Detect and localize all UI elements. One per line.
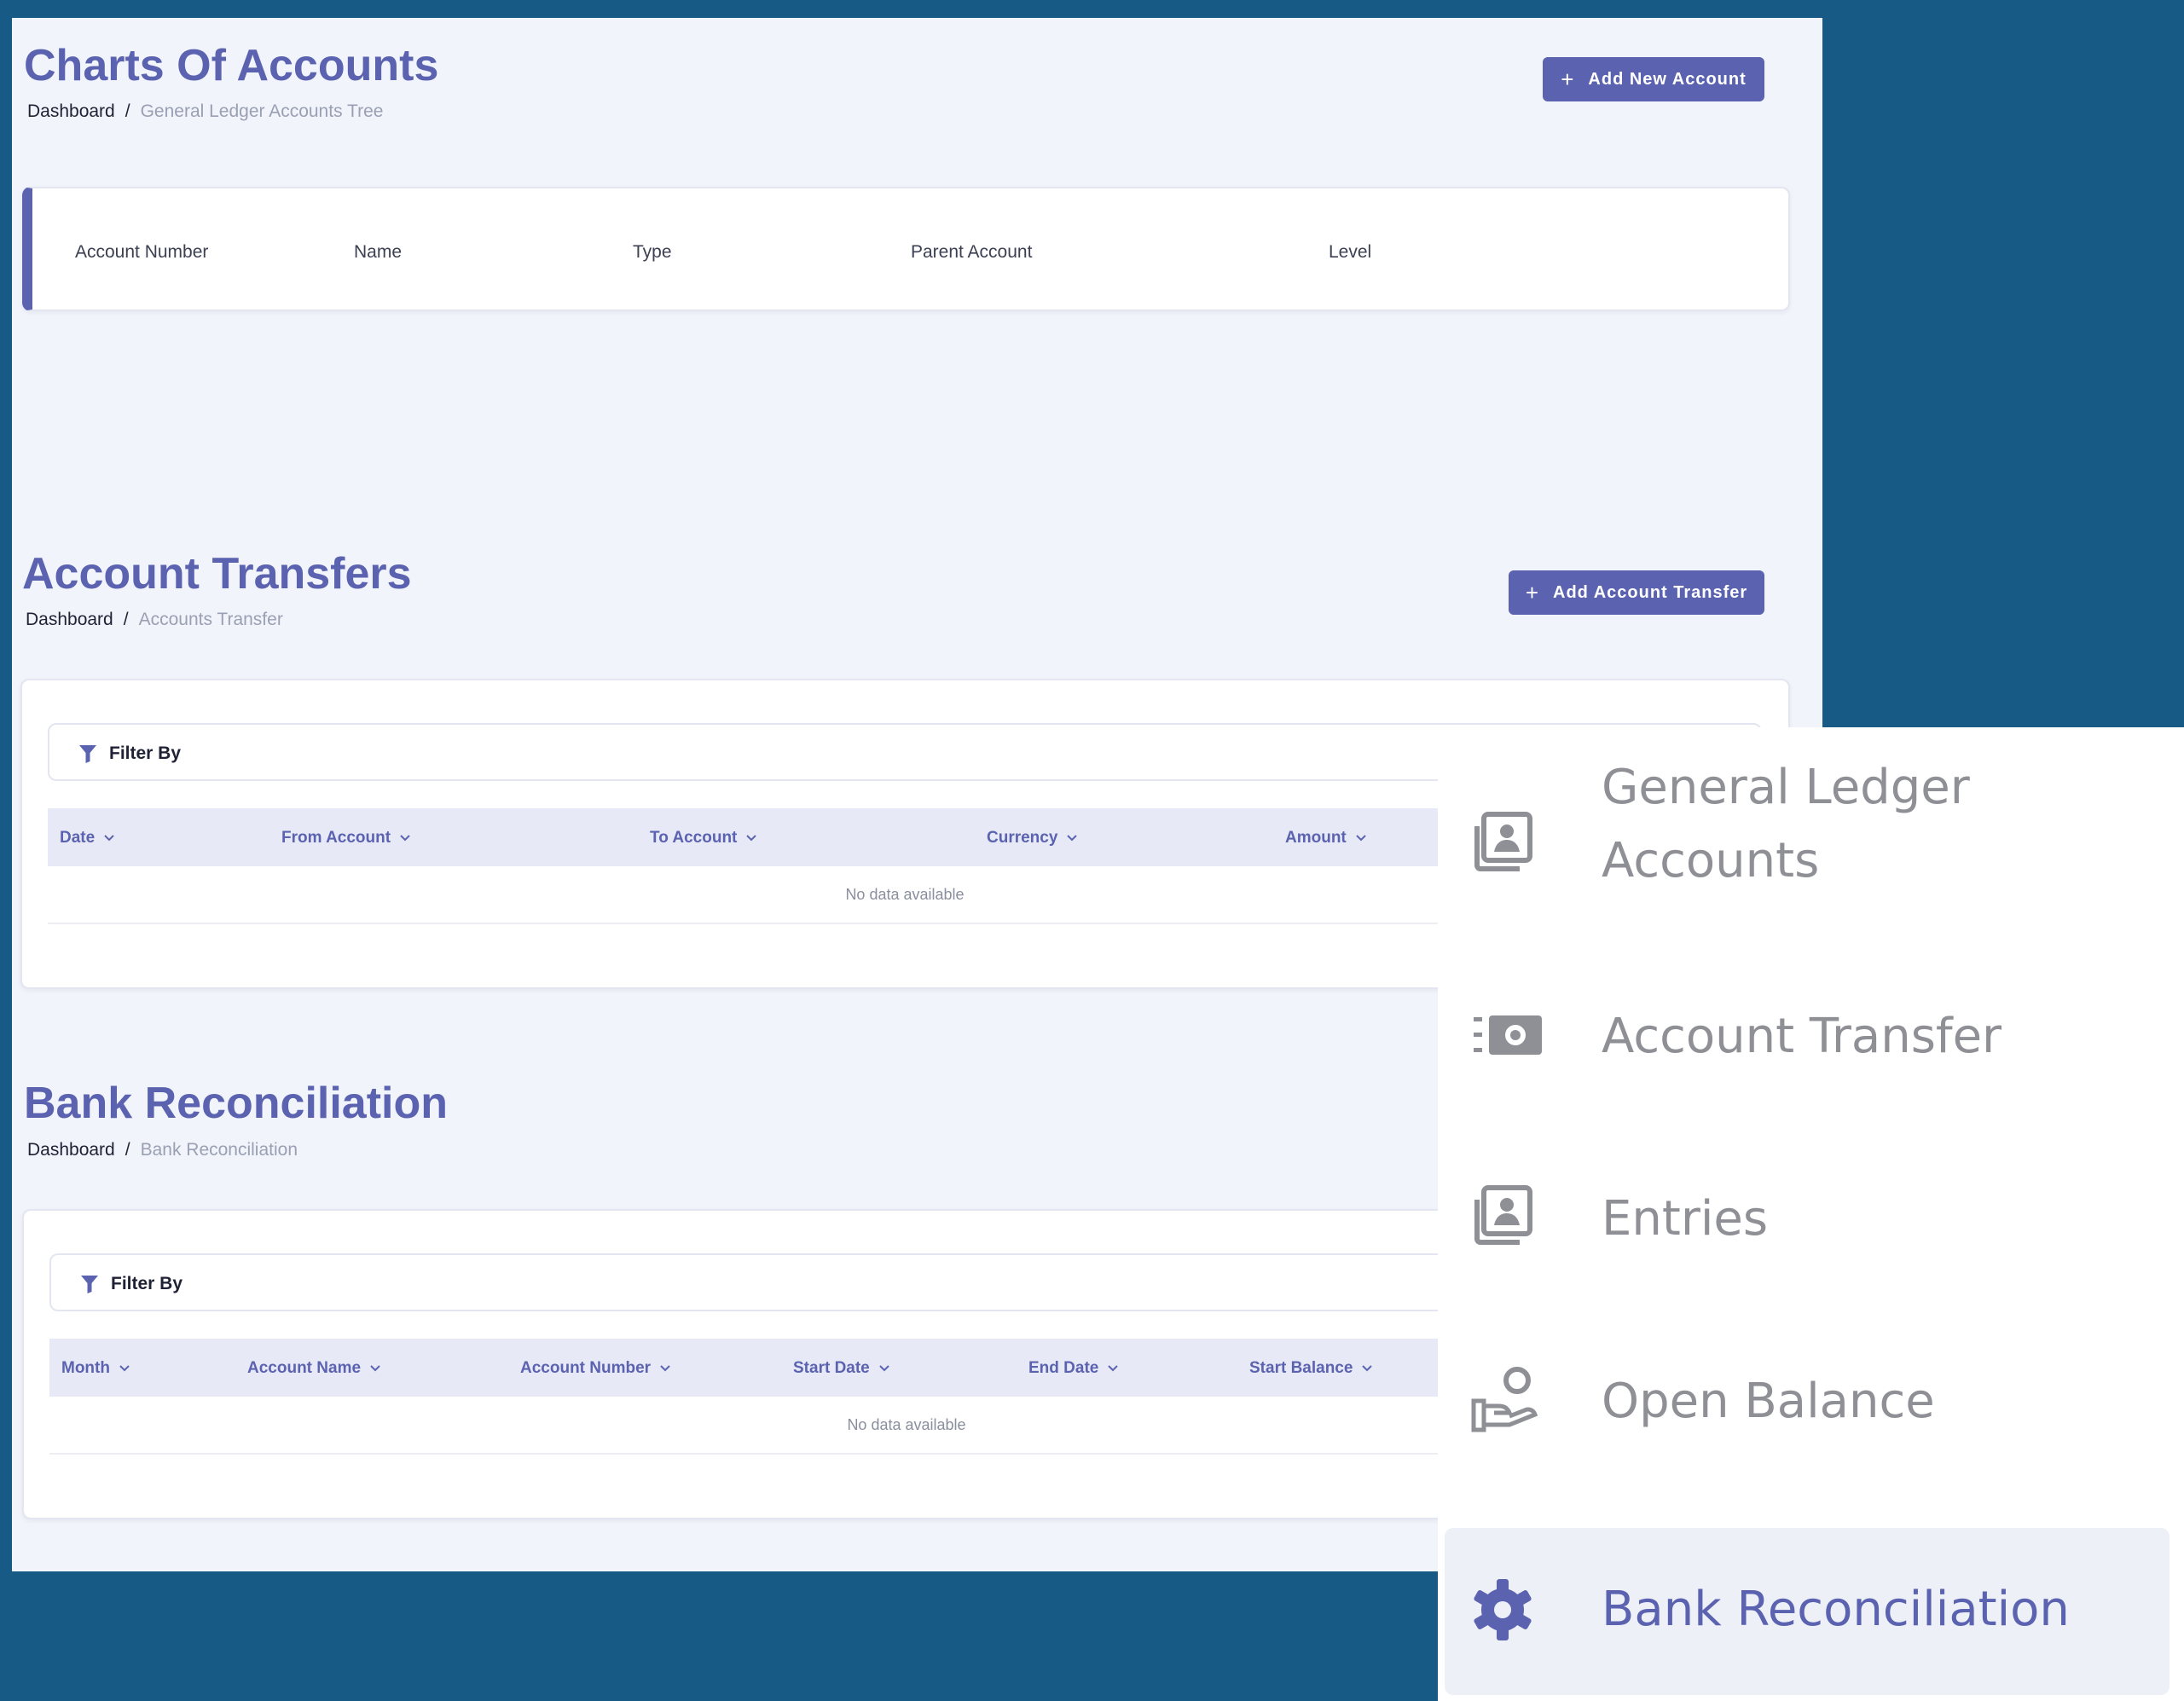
sidebar-item-account-transfer[interactable]: Account Transfer <box>1438 1000 2184 1073</box>
column-header-label: Currency <box>987 829 1058 848</box>
breadcrumb-current: Bank Reconciliation <box>140 1140 298 1160</box>
chevron-down-icon <box>399 829 411 848</box>
breadcrumb-dashboard-link[interactable]: Dashboard <box>26 610 113 629</box>
column-header-label: Start Date <box>793 1359 870 1378</box>
column-header-label: Account Number <box>520 1359 652 1378</box>
sidebar-item-label: General Ledger <box>1602 760 1970 815</box>
plus-icon: + <box>1561 67 1575 92</box>
column-header-label: Amount <box>1285 829 1347 848</box>
column-header-to-account[interactable]: To Account <box>650 829 757 848</box>
chevron-down-icon <box>369 1359 381 1378</box>
column-header-label: Month <box>61 1359 110 1378</box>
charts-of-accounts-title: Charts Of Accounts <box>24 41 439 90</box>
filter-by-label: Filter By <box>111 1274 183 1293</box>
column-header-month[interactable]: Month <box>61 1359 130 1378</box>
add-account-transfer-button[interactable]: + Add Account Transfer <box>1509 570 1764 615</box>
entries-icon <box>1470 1184 1535 1253</box>
breadcrumb-dashboard-link[interactable]: Dashboard <box>27 101 115 121</box>
bank-reconciliation-title: Bank Reconciliation <box>24 1079 448 1128</box>
column-header-label: End Date <box>1028 1359 1099 1378</box>
column-header-account-number[interactable]: Account Number <box>520 1359 671 1378</box>
filter-by-label: Filter By <box>109 743 182 763</box>
breadcrumb-dashboard-link[interactable]: Dashboard <box>27 1140 115 1160</box>
column-header-parent-account[interactable]: Parent Account <box>911 242 1032 263</box>
column-header-from-account[interactable]: From Account <box>281 829 411 848</box>
chevron-down-icon <box>1107 1359 1119 1378</box>
ledger-icon <box>1470 811 1535 880</box>
breadcrumb: Dashboard / General Ledger Accounts Tree <box>27 101 383 122</box>
sidebar-item-label: Entries <box>1602 1191 1769 1247</box>
chevron-down-icon <box>1066 829 1078 848</box>
column-header-label: From Account <box>281 829 391 848</box>
sidebar-item-label-line2: Accounts <box>1602 833 1820 888</box>
sidebar-item-entries[interactable]: Entries <box>1438 1181 2184 1258</box>
column-header-label: Account Name <box>247 1359 362 1378</box>
column-header-type[interactable]: Type <box>633 242 672 263</box>
breadcrumb-separator: / <box>125 1140 130 1160</box>
chevron-down-icon <box>1361 1359 1373 1378</box>
column-header-label: Date <box>60 829 96 848</box>
accounts-table-header-card: Account Number Name Type Parent Account … <box>22 187 1790 311</box>
column-header-amount[interactable]: Amount <box>1285 829 1367 848</box>
chevron-down-icon <box>659 1359 671 1378</box>
gear-icon <box>1470 1577 1535 1646</box>
column-header-account-number[interactable]: Account Number <box>75 242 208 263</box>
chevron-down-icon <box>745 829 757 848</box>
hand-coin-icon <box>1470 1365 1544 1438</box>
column-header-currency[interactable]: Currency <box>987 829 1078 848</box>
sidebar-item-label: Bank Reconciliation <box>1602 1582 2070 1637</box>
column-header-account-name[interactable]: Account Name <box>247 1359 381 1378</box>
breadcrumb: Dashboard / Accounts Transfer <box>26 610 283 630</box>
breadcrumb-current: General Ledger Accounts Tree <box>140 101 384 121</box>
breadcrumb-separator: / <box>123 610 129 629</box>
column-header-end-date[interactable]: End Date <box>1028 1359 1119 1378</box>
add-account-transfer-label: Add Account Transfer <box>1553 582 1748 602</box>
plus-icon: + <box>1525 580 1539 605</box>
chevron-down-icon <box>1355 829 1367 848</box>
account-transfers-title: Account Transfers <box>22 549 412 599</box>
add-new-account-label: Add New Account <box>1588 69 1747 89</box>
chevron-down-icon <box>119 1359 130 1378</box>
column-header-start-date[interactable]: Start Date <box>793 1359 890 1378</box>
money-transfer-icon <box>1470 1005 1547 1069</box>
breadcrumb-separator: / <box>125 101 130 121</box>
chevron-down-icon <box>103 829 115 848</box>
column-header-start-balance[interactable]: Start Balance <box>1249 1359 1373 1378</box>
column-header-name[interactable]: Name <box>354 242 402 263</box>
breadcrumb: Dashboard / Bank Reconciliation <box>27 1140 298 1160</box>
column-header-level[interactable]: Level <box>1329 242 1371 263</box>
add-new-account-button[interactable]: + Add New Account <box>1543 57 1764 101</box>
sidebar-menu: General Ledger Accounts Account Transfer <box>1438 727 2184 1701</box>
column-header-label: Start Balance <box>1249 1359 1353 1378</box>
filter-icon <box>80 1274 99 1299</box>
chevron-down-icon <box>878 1359 890 1378</box>
column-header-label: To Account <box>650 829 738 848</box>
column-header-date[interactable]: Date <box>60 829 115 848</box>
sidebar-item-label: Open Balance <box>1602 1374 1935 1429</box>
filter-icon <box>78 743 97 768</box>
sidebar-item-label: Account Transfer <box>1602 1009 2002 1064</box>
sidebar-item-open-balance[interactable]: Open Balance <box>1438 1363 2184 1440</box>
sidebar-item-general-ledger-accounts[interactable]: General Ledger Accounts <box>1438 744 2184 915</box>
sidebar-item-bank-reconciliation[interactable]: Bank Reconciliation <box>1445 1528 2170 1695</box>
breadcrumb-current: Accounts Transfer <box>138 610 283 629</box>
